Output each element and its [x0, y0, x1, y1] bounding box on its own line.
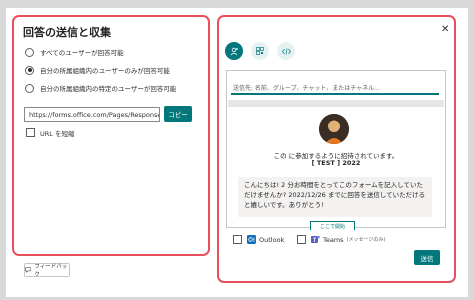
form-name: [ TEST ] 2022 [311, 159, 361, 167]
option-anyone[interactable]: すべてのユーザーが回答可能 [25, 47, 124, 57]
option-label: 自分の所属組織内の特定のユーザーが回答可能 [40, 85, 177, 93]
radio-button-selected[interactable] [25, 65, 34, 75]
invitation-message[interactable]: こんにちは! 2 分お時間をとってこのフォームを記入していただけませんか? 20… [238, 177, 432, 217]
option-label: 自分の所属組織内のユーザーのみが回答可能 [40, 67, 170, 75]
tab-embed[interactable] [277, 42, 295, 60]
preview-header-band [228, 100, 444, 107]
radio-button[interactable] [25, 83, 34, 93]
outlook-icon [247, 235, 256, 244]
teams-option: Teams (メッセージのみ) [311, 235, 385, 244]
copy-button[interactable]: コピー [164, 106, 192, 122]
teams-icon [311, 235, 320, 243]
feedback-button[interactable]: フィードバック [24, 263, 70, 278]
option-org-only[interactable]: 自分の所属組織内のユーザーのみが回答可能 [25, 65, 170, 75]
teams-sub-label: (メッセージのみ) [346, 237, 386, 243]
tab-qr-code[interactable] [251, 42, 269, 60]
option-specific-people[interactable]: 自分の所属組織内の特定のユーザーが回答可能 [25, 83, 176, 93]
feedback-label: フィードバック [34, 264, 68, 278]
add-person-icon [230, 47, 238, 55]
send-button[interactable]: 送信 [414, 250, 440, 265]
teams-label: Teams [323, 235, 344, 244]
avatar [319, 114, 349, 144]
close-icon[interactable]: ✕ [441, 24, 449, 35]
recipient-input[interactable]: 送信先: 名前、グループ、チャット、またはチャネル... [231, 83, 439, 95]
outlook-label: Outlook [259, 235, 285, 244]
outlook-option: Outlook [247, 235, 284, 244]
option-label: すべてのユーザーが回答可能 [40, 49, 124, 57]
teams-checkbox[interactable] [297, 235, 306, 244]
embed-code-icon [281, 47, 291, 55]
qr-code-icon [256, 47, 264, 55]
panel-title: 回答の送信と収集 [23, 26, 111, 39]
feedback-icon [25, 267, 32, 273]
shorten-url-label: URL を短縮 [40, 130, 75, 138]
radio-button[interactable] [25, 47, 34, 57]
start-button: ここで開始 [310, 221, 355, 230]
outlook-checkbox[interactable] [233, 235, 242, 244]
shorten-url-checkbox[interactable] [26, 128, 35, 137]
tab-share-people[interactable] [225, 42, 243, 60]
response-link-field[interactable]: https://forms.office.com/Pages/Response.… [24, 107, 160, 122]
